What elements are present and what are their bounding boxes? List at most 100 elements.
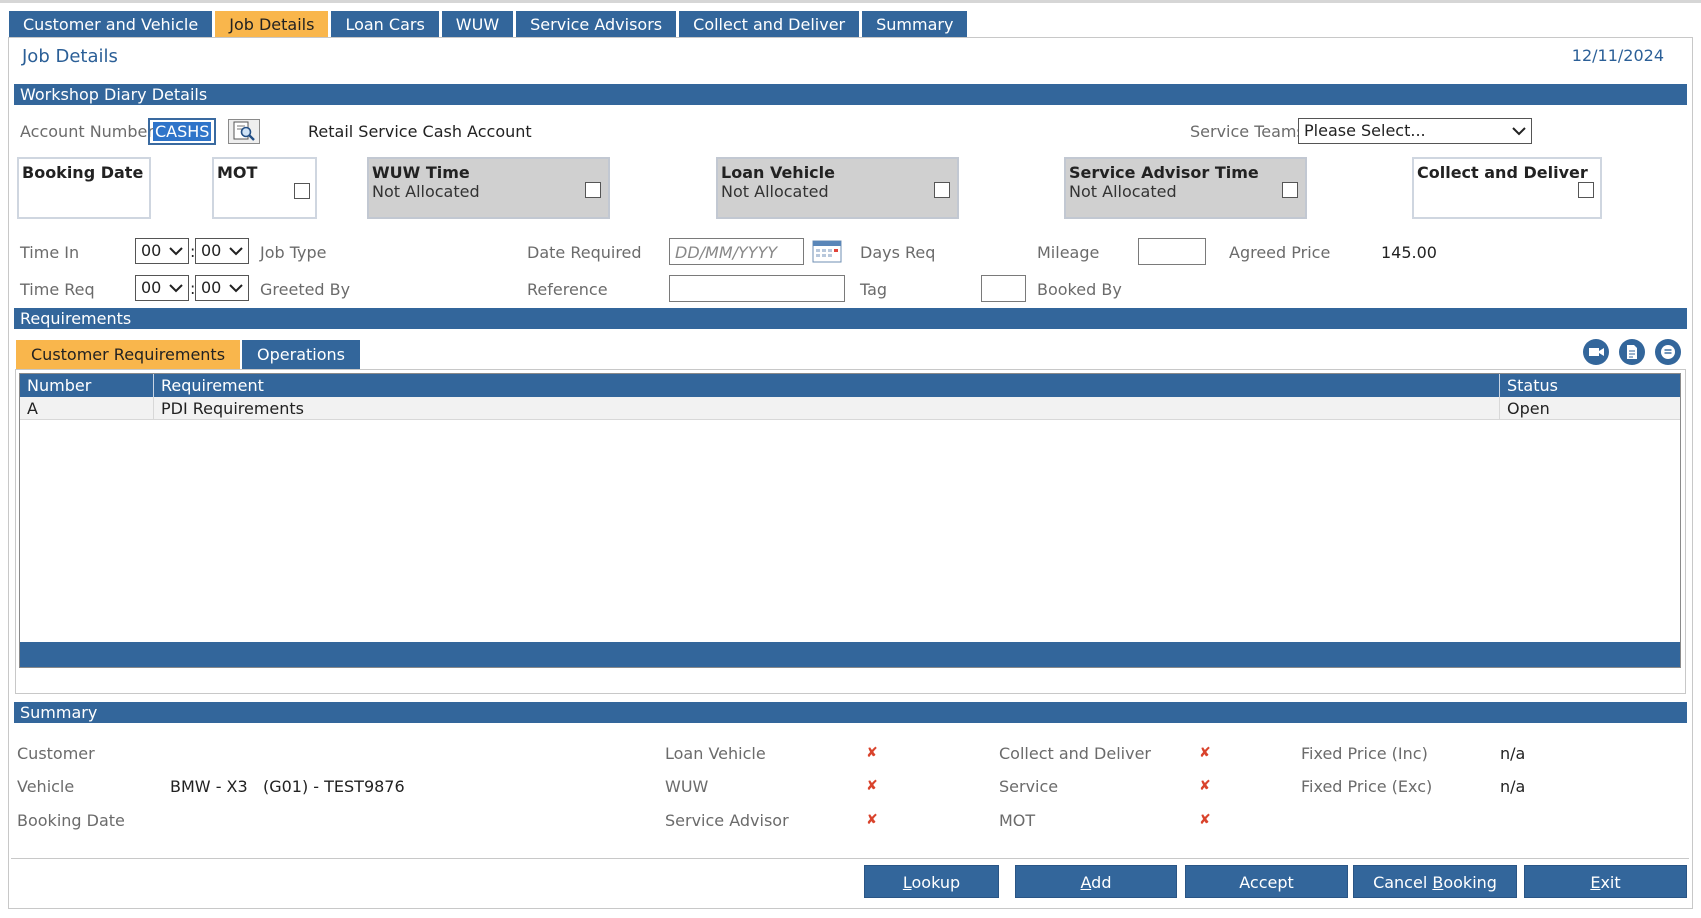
main-tabbar: Customer and Vehicle Job Details Loan Ca… [9, 11, 968, 38]
exit-button[interactable]: Exit [1524, 865, 1687, 898]
add-button[interactable]: Add [1015, 865, 1177, 898]
service-advisor-time-checkbox[interactable] [1282, 182, 1298, 198]
summary-mot-label: MOT [999, 811, 1036, 830]
time-req-minute-select[interactable]: 00 [195, 275, 249, 301]
lookup-button[interactable]: Lookup [864, 865, 999, 898]
loan-vehicle-checkbox[interactable] [934, 182, 950, 198]
page-date: 12/11/2024 [1571, 46, 1664, 65]
message-button[interactable] [1655, 339, 1681, 365]
account-lookup-button[interactable] [228, 119, 260, 144]
summary-fixed-inc-value: n/a [1500, 744, 1526, 763]
collect-cross-icon: ✘ [1199, 745, 1211, 761]
tab-summary[interactable]: Summary [862, 11, 968, 38]
chevron-down-icon [1512, 127, 1526, 136]
time-req-hour-select[interactable]: 00 [135, 275, 189, 301]
summary-loan-vehicle-label: Loan Vehicle [665, 744, 766, 763]
reference-label: Reference [527, 280, 608, 299]
cell-requirement: PDI Requirements [154, 397, 1500, 419]
mot-box-title: MOT [217, 163, 258, 182]
document-button[interactable] [1619, 339, 1645, 365]
workshop-diary-header: Workshop Diary Details [14, 84, 1687, 105]
summary-fixed-exc-value: n/a [1500, 777, 1526, 796]
wuw-cross-icon: ✘ [866, 778, 878, 794]
calendar-button[interactable] [811, 238, 843, 264]
footer-divider [11, 858, 1689, 859]
time-in-label: Time In [20, 243, 80, 262]
column-header-status[interactable]: Status [1500, 374, 1682, 397]
mileage-input[interactable] [1138, 238, 1206, 265]
summary-customer-label: Customer [17, 744, 95, 763]
tab-wuw[interactable]: WUW [441, 11, 514, 38]
cancel-booking-suffix: ooking [1443, 873, 1497, 892]
tab-job-details[interactable]: Job Details [215, 11, 329, 38]
time-in-minute-value: 00 [201, 241, 222, 260]
requirements-header: Requirements [14, 308, 1687, 329]
grid-header: Number Requirement Status [20, 374, 1680, 397]
subtab-operations[interactable]: Operations [242, 340, 361, 369]
message-icon [1661, 345, 1675, 359]
tab-service-advisors[interactable]: Service Advisors [516, 11, 677, 38]
tag-label: Tag [860, 280, 888, 299]
summary-header: Summary [14, 702, 1687, 723]
summary-booking-date-label: Booking Date [17, 811, 125, 830]
account-name: Retail Service Cash Account [308, 122, 532, 141]
service-teams-select[interactable]: Please Select... [1298, 118, 1532, 144]
service-teams-label: Service Teams [1190, 122, 1305, 141]
wuw-time-title: WUW Time [372, 163, 470, 182]
mileage-label: Mileage [1037, 243, 1100, 262]
days-req-label: Days Req [860, 243, 936, 262]
account-number-value: CASHS [153, 122, 212, 141]
column-header-requirement[interactable]: Requirement [154, 374, 1500, 397]
service-cross-icon: ✘ [1199, 778, 1211, 794]
summary-vehicle-label: Vehicle [17, 777, 75, 796]
tab-collect-and-deliver[interactable]: Collect and Deliver [679, 11, 860, 38]
summary-wuw-label: WUW [665, 777, 709, 796]
service-advisor-time-status: Not Allocated [1069, 182, 1177, 201]
chevron-down-icon [169, 247, 183, 256]
grid-footer [20, 642, 1680, 667]
date-required-input[interactable]: DD/MM/YYYY [669, 238, 804, 265]
account-number-label: Account Number [20, 122, 154, 141]
cancel-booking-button[interactable]: Cancel Booking [1353, 865, 1517, 898]
cell-number: A [20, 397, 154, 419]
summary-service-label: Service [999, 777, 1059, 796]
summary-collect-label: Collect and Deliver [999, 744, 1151, 763]
column-header-number[interactable]: Number [20, 374, 154, 397]
accept-button-label: Accept [1239, 873, 1294, 892]
accept-button[interactable]: Accept [1185, 865, 1348, 898]
date-required-label: Date Required [527, 243, 642, 262]
reference-input[interactable] [669, 275, 845, 302]
tab-customer-and-vehicle[interactable]: Customer and Vehicle [9, 11, 213, 38]
account-number-input[interactable]: CASHS [148, 118, 216, 145]
time-in-hour-select[interactable]: 00 [135, 238, 189, 264]
chevron-down-icon [229, 247, 243, 256]
summary-service-advisor-label: Service Advisor [665, 811, 789, 830]
cancel-booking-mnemonic: B [1432, 873, 1444, 892]
tab-loan-cars[interactable]: Loan Cars [331, 11, 439, 38]
time-req-label: Time Req [20, 280, 95, 299]
booked-by-label: Booked By [1037, 280, 1122, 299]
tag-input[interactable] [981, 275, 1026, 302]
wuw-time-status: Not Allocated [372, 182, 480, 201]
document-icon [1627, 345, 1637, 359]
time-in-minute-select[interactable]: 00 [195, 238, 249, 264]
collect-and-deliver-checkbox[interactable] [1578, 182, 1594, 198]
service-advisor-time-title: Service Advisor Time [1069, 163, 1259, 182]
add-button-label: dd [1091, 873, 1112, 892]
table-row[interactable]: A PDI Requirements Open [20, 397, 1680, 420]
calendar-icon [812, 240, 842, 263]
exit-button-label: xit [1600, 873, 1621, 892]
collect-and-deliver-box: Collect and Deliver [1412, 157, 1602, 219]
time-req-minute-value: 00 [201, 278, 222, 297]
summary-vehicle-value: BMW - X3 (G01) - TEST9876 [170, 777, 405, 796]
add-button-mnemonic: A [1080, 873, 1092, 892]
subtab-customer-requirements[interactable]: Customer Requirements [16, 340, 241, 369]
video-button[interactable] [1583, 339, 1609, 365]
mot-checkbox[interactable] [294, 183, 310, 199]
agreed-price-value: 145.00 [1381, 243, 1437, 262]
chevron-down-icon [229, 284, 243, 293]
booking-date-box: Booking Date [17, 157, 151, 219]
mot-box: MOT [212, 157, 317, 219]
wuw-time-checkbox[interactable] [585, 182, 601, 198]
cell-status: Open [1507, 399, 1550, 418]
